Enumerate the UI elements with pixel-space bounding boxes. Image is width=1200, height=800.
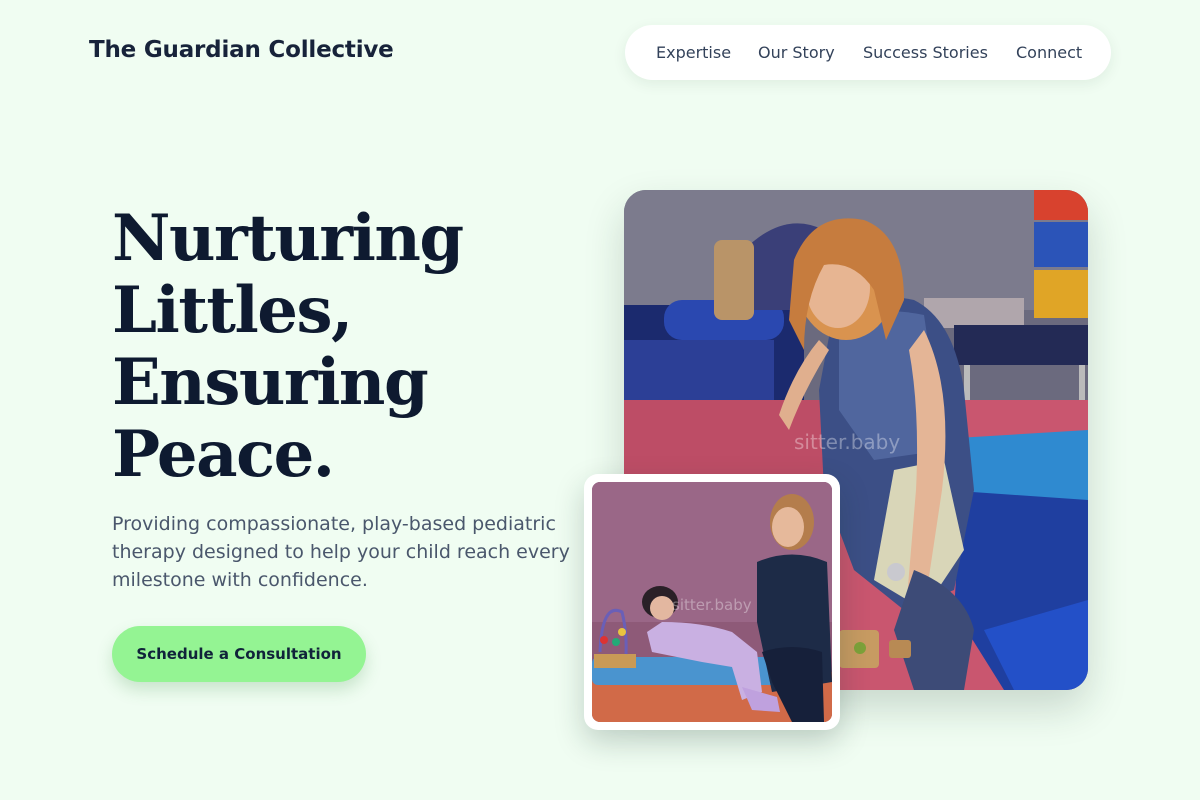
nav-item-success-stories[interactable]: Success Stories — [863, 43, 988, 62]
nav-item-connect[interactable]: Connect — [1016, 43, 1082, 62]
hero-inset-photo: sitter.baby — [592, 482, 832, 722]
brand-logo[interactable]: The Guardian Collective — [89, 37, 394, 63]
photo-watermark: sitter.baby — [794, 430, 901, 454]
headline-line: Littles, — [112, 273, 353, 348]
nav-item-our-story[interactable]: Our Story — [758, 43, 835, 62]
headline-line: Peace. — [112, 417, 335, 492]
photo-watermark: sitter.baby — [672, 596, 752, 614]
main-nav: Expertise Our Story Success Stories Conn… — [625, 25, 1111, 80]
headline-line: Ensuring — [112, 345, 429, 420]
hero-subtitle: Providing compassionate, play-based pedi… — [112, 513, 570, 591]
schedule-consultation-button[interactable]: Schedule a Consultation — [112, 626, 366, 682]
headline-line: Nurturing — [112, 201, 464, 276]
hero-inset-photo-frame: sitter.baby — [584, 474, 840, 730]
nav-item-expertise[interactable]: Expertise — [656, 43, 731, 62]
hero-headline: Nurturing Littles, Ensuring Peace. — [112, 201, 464, 492]
